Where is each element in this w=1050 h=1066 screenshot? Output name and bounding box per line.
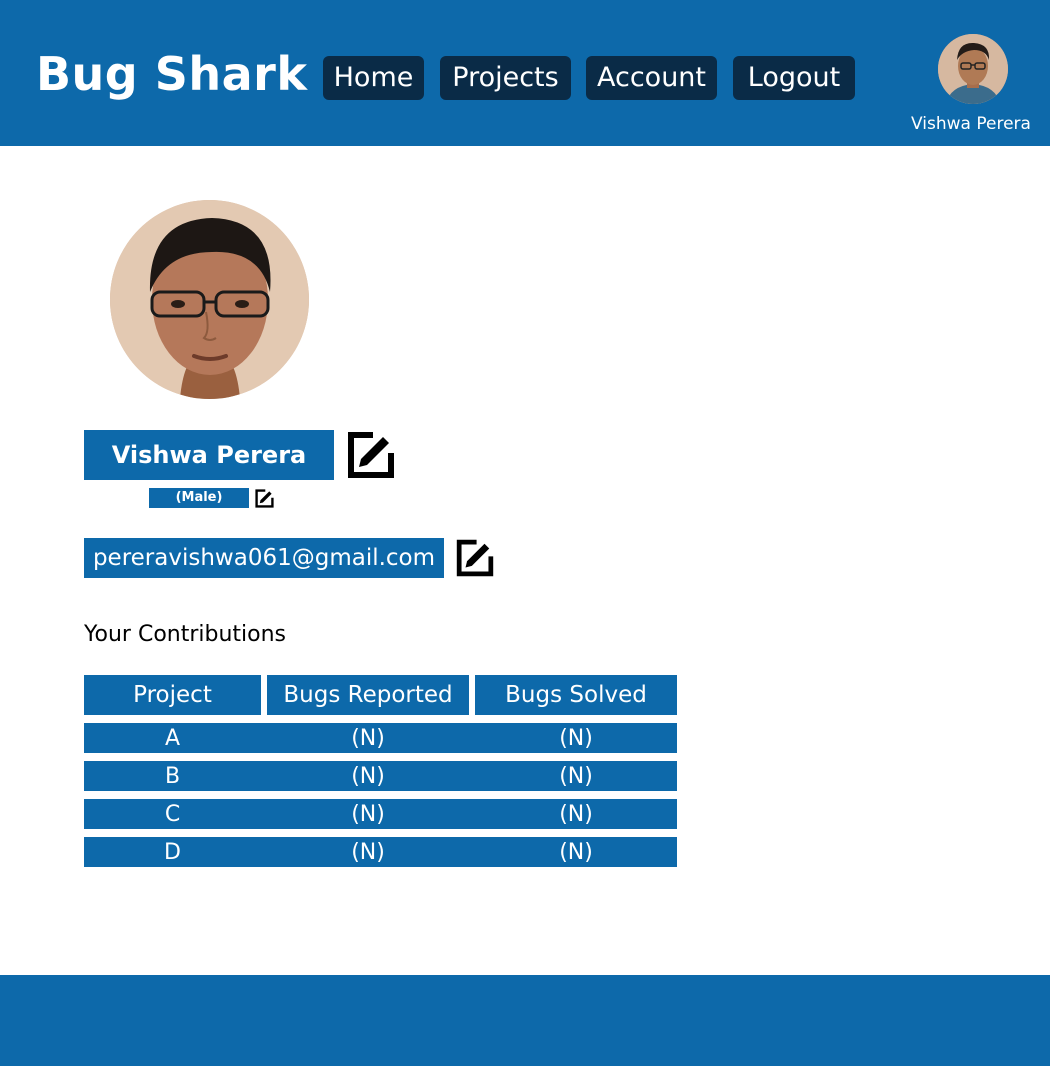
profile-gender: (Male) <box>149 488 249 508</box>
nav-home-button[interactable]: Home <box>323 56 424 100</box>
cell-bugs-solved: (N) <box>559 802 593 827</box>
edit-name-icon[interactable] <box>347 431 395 479</box>
table-row: B (N) (N) <box>84 761 677 791</box>
table-row: C (N) (N) <box>84 799 677 829</box>
cell-project: D <box>164 840 181 865</box>
edit-email-icon[interactable] <box>456 539 494 577</box>
cell-bugs-solved: (N) <box>559 726 593 751</box>
header-user-name: Vishwa Perera <box>911 114 1031 134</box>
cell-project: A <box>164 726 181 751</box>
nav-logout-button[interactable]: Logout <box>733 56 855 100</box>
profile-name: Vishwa Perera <box>84 430 334 480</box>
header-project: Project <box>84 675 261 715</box>
cell-bugs-reported: (N) <box>351 764 385 789</box>
nav-account-button[interactable]: Account <box>586 56 717 100</box>
footer <box>0 975 1050 1066</box>
header-avatar[interactable] <box>938 34 1008 104</box>
cell-project: C <box>164 802 181 827</box>
contributions-title: Your Contributions <box>84 622 287 647</box>
person-icon <box>938 34 1008 104</box>
cell-bugs-reported: (N) <box>351 840 385 865</box>
cell-bugs-reported: (N) <box>351 802 385 827</box>
header: Bug Shark Home Projects Account Logout V… <box>0 0 1050 146</box>
table-row: D (N) (N) <box>84 837 677 867</box>
brand-logo[interactable]: Bug Shark <box>36 46 307 102</box>
table-row: A (N) (N) <box>84 723 677 753</box>
person-icon <box>110 200 309 399</box>
cell-bugs-solved: (N) <box>559 764 593 789</box>
profile-email: pereravishwa061@gmail.com <box>84 538 444 578</box>
cell-project: B <box>164 764 181 789</box>
cell-bugs-reported: (N) <box>351 726 385 751</box>
nav-projects-button[interactable]: Projects <box>440 56 571 100</box>
profile-avatar <box>110 200 309 399</box>
header-bugs-solved: Bugs Solved <box>475 675 677 715</box>
header-bugs-reported: Bugs Reported <box>267 675 469 715</box>
cell-bugs-solved: (N) <box>559 840 593 865</box>
edit-gender-icon[interactable] <box>255 489 274 508</box>
